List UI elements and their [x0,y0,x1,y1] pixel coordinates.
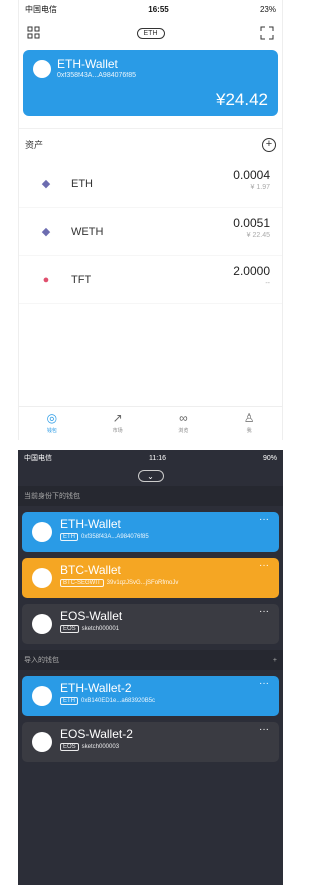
group-header-imported: 导入的钱包 + [18,650,283,670]
wallet-card[interactable]: ✦ ETH-Wallet ETH 0xf358f43A...A984076f85 … [22,512,279,552]
wallet-name: ETH-Wallet [57,57,118,71]
grid-menu-icon[interactable] [27,26,41,40]
assets-section-header: 资产 + [19,128,282,160]
eth-icon: ◆ [41,178,51,190]
battery-label: 23% [259,4,276,14]
tab-wallet[interactable]: ◎ 钱包 [19,407,85,440]
wallet-logo-icon: ▲ [32,686,52,706]
wallet-card[interactable]: ▲ ETH-Wallet-2 ETH 0xB140ED1e...a683920B5… [22,676,279,716]
wallet-logo-icon: ▲ [32,732,52,752]
bottom-tab-bar: ◎ 钱包 ↗ 市场 ∞ 浏览 ♙ 我 [19,406,282,440]
group-header-identity: 当前身份下的钱包 [18,486,283,506]
carrier-label: 中国电信 [25,4,57,14]
wallet-logo-icon: ▲ [32,614,52,634]
wallet-home-screen: 中国电信 16:55 23% ETH ETH-Wallet 0xf358f43A… [18,0,283,440]
more-icon[interactable]: ··· [259,560,269,571]
more-icon[interactable]: ··· [259,678,269,689]
asset-row[interactable]: ● TFT 2.0000 -- [19,256,282,304]
tab-me[interactable]: ♙ 我 [216,407,282,440]
imported-group-label: 导入的钱包 [24,657,59,664]
wallet-switcher-screen: 中国电信 11:16 90% ⌄ 当前身份下的钱包 ✦ ETH-Wallet E… [18,450,283,885]
browse-tab-icon: ∞ [179,411,188,425]
tab-market[interactable]: ↗ 市场 [85,407,151,440]
tab-browse[interactable]: ∞ 浏览 [151,407,217,440]
wallet-card[interactable]: ▲ EOS-Wallet EOS sketch000001 ··· [22,604,279,644]
wallet-card[interactable]: ▲ EOS-Wallet-2 EOS sketch000003 ··· [22,722,279,762]
status-bar: 中国电信 11:16 90% [24,454,277,463]
more-icon[interactable]: ··· [259,606,269,617]
wallet-logo-icon [33,60,51,78]
identity-group-label: 当前身份下的钱包 [24,493,80,500]
network-chip[interactable]: ETH [136,27,165,39]
more-icon[interactable]: ··· [259,724,269,735]
asset-row[interactable]: ◆ ETH 0.0004 ¥ 1.97 [19,160,282,208]
wallet-card[interactable]: ₿ BTC-Wallet BTC-SEGWIT 39v1qzJSvG...jSFo… [22,558,279,598]
add-wallet-icon[interactable]: + [273,657,277,664]
scan-icon[interactable] [260,26,274,40]
wallet-tab-icon: ◎ [46,411,58,425]
clock: 16:55 [148,4,169,14]
tft-icon: ● [42,273,50,286]
asset-row[interactable]: ◆ WETH 0.0051 ¥ 22.45 [19,208,282,256]
more-icon[interactable]: ··· [259,514,269,525]
profile-tab-icon: ♙ [243,411,255,425]
assets-title: 资产 [25,140,44,150]
wallet-logo-icon: ₿ [32,568,52,588]
weth-icon: ◆ [41,226,51,238]
collapse-icon[interactable]: ⌄ [137,470,164,482]
add-asset-icon[interactable]: + [262,137,276,152]
wallet-logo-icon: ✦ [32,522,52,542]
chart-tab-icon: ↗ [112,411,123,425]
wallet-balance: ¥24.42 [216,90,268,109]
status-bar: 中国电信 16:55 23% [19,0,282,18]
wallet-card[interactable]: ETH-Wallet 0xf358f43A...A984076f85 ¥24.4… [23,50,278,116]
wallet-address[interactable]: 0xf358f43A...A984076f85 [57,72,136,79]
